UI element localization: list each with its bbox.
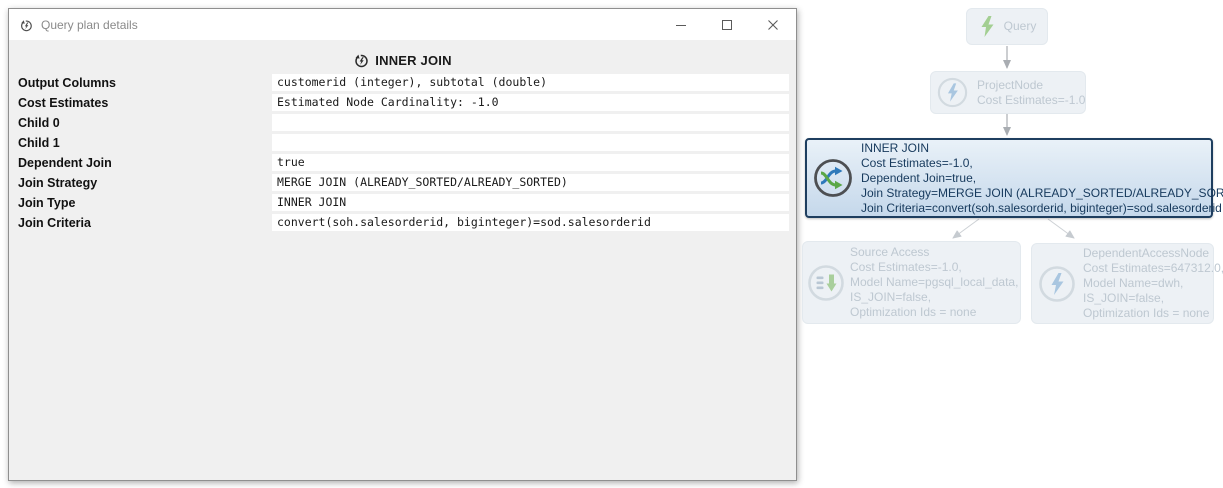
node-detail: Cost Estimates=-1.0,: [850, 260, 1018, 275]
node-detail: Model Name=dwh,: [1083, 276, 1223, 291]
desktop: Query plan details: [0, 0, 1223, 488]
query-plan-diagram: Query ProjectNode Cost Estimates=-1.0: [0, 0, 1223, 488]
lightning-circle-icon: [936, 76, 969, 109]
lightning-bolt-icon: [978, 15, 996, 39]
node-detail: Optimization Ids = none: [850, 305, 1018, 320]
node-detail: IS_JOIN=false,: [1083, 291, 1223, 306]
node-detail: Join Strategy=MERGE JOIN (ALREADY_SORTED…: [861, 186, 1223, 201]
node-detail: Cost Estimates=-1.0,: [861, 156, 1223, 171]
node-title: Query: [1004, 19, 1037, 34]
diagram-node-query[interactable]: Query: [966, 8, 1048, 45]
node-title: Source Access: [850, 245, 1018, 260]
source-access-icon: [806, 263, 846, 303]
node-detail: Cost Estimates=-1.0: [977, 93, 1085, 108]
join-shuffle-icon: [811, 156, 855, 200]
diagram-node-dependent-access[interactable]: DependentAccessNode Cost Estimates=64731…: [1031, 243, 1214, 324]
node-title: INNER JOIN: [861, 141, 1223, 156]
lightning-circle-icon: [1037, 264, 1077, 304]
node-title: DependentAccessNode: [1083, 246, 1223, 261]
node-detail: Dependent Join=true,: [861, 171, 1223, 186]
node-detail: Model Name=pgsql_local_data,: [850, 275, 1018, 290]
node-detail: IS_JOIN=false,: [850, 290, 1018, 305]
diagram-node-project[interactable]: ProjectNode Cost Estimates=-1.0: [930, 71, 1086, 114]
node-detail: Cost Estimates=647312.0,: [1083, 261, 1223, 276]
node-title: ProjectNode: [977, 78, 1085, 93]
node-detail: Optimization Ids = none: [1083, 306, 1223, 321]
node-detail: Join Criteria=convert(soh.salesorderid, …: [861, 201, 1223, 216]
diagram-node-inner-join[interactable]: INNER JOIN Cost Estimates=-1.0, Dependen…: [805, 138, 1213, 218]
diagram-node-source-access[interactable]: Source Access Cost Estimates=-1.0, Model…: [802, 241, 1021, 324]
